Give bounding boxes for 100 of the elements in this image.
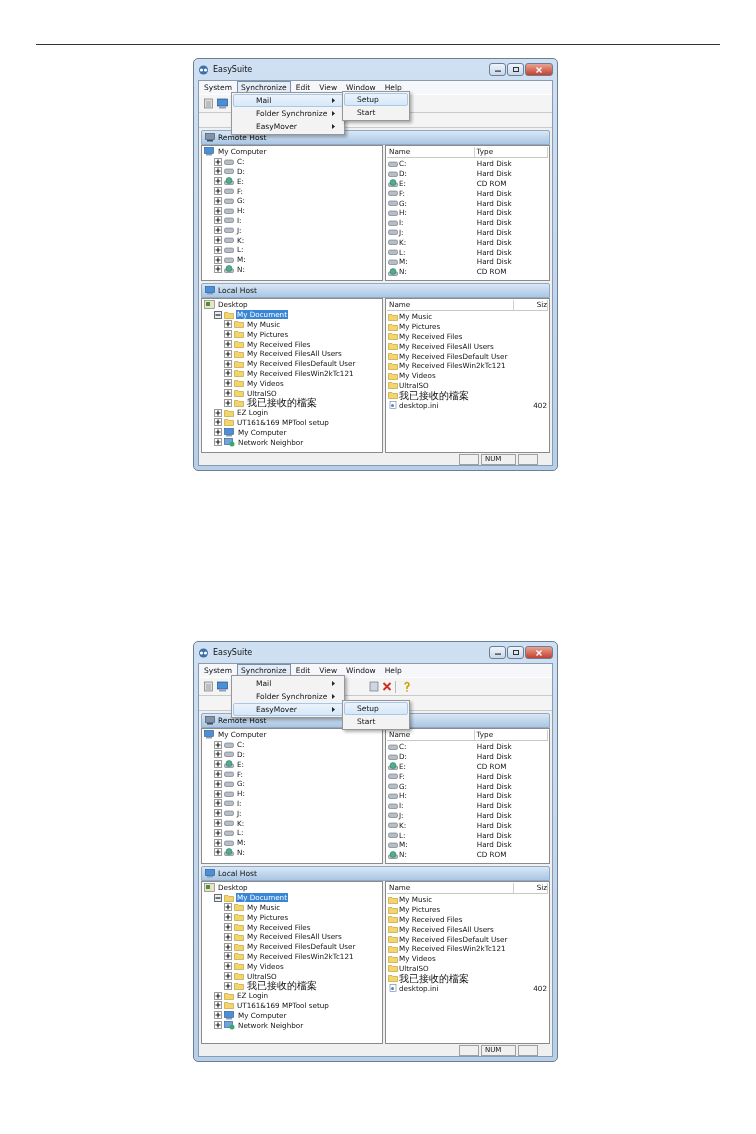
status-panel (518, 453, 538, 465)
document-icon (203, 98, 214, 109)
expand-toggle[interactable] (224, 972, 232, 981)
maximize-button[interactable] (507, 63, 524, 76)
expand-toggle[interactable] (224, 330, 232, 339)
disc-drive-icon (388, 179, 398, 188)
app-icon (198, 64, 209, 75)
expand-toggle[interactable] (214, 819, 222, 828)
window-title: EasySuite (213, 65, 253, 74)
expand-toggle[interactable] (214, 255, 222, 264)
computer-icon (217, 98, 228, 109)
expand-toggle[interactable] (224, 952, 232, 961)
expand-toggle[interactable] (224, 389, 232, 398)
submenu-arrow-icon (332, 124, 336, 129)
expand-toggle[interactable] (214, 187, 222, 196)
expand-toggle[interactable] (214, 196, 222, 205)
disc-drive-icon (224, 760, 234, 769)
host-icon (205, 286, 215, 295)
expand-toggle[interactable] (214, 177, 222, 186)
close-button[interactable] (525, 63, 553, 76)
expand-toggle[interactable] (214, 428, 222, 437)
expand-toggle[interactable] (224, 913, 232, 922)
submenu-arrow-icon (332, 681, 336, 686)
host-icon (205, 716, 215, 725)
expand-toggle[interactable] (214, 438, 222, 447)
expand-toggle[interactable] (214, 157, 222, 166)
expand-toggle[interactable] (224, 398, 232, 407)
disc-drive-icon (224, 848, 234, 857)
expand-toggle[interactable] (214, 408, 222, 417)
expand-toggle[interactable] (214, 770, 222, 779)
status-panel (459, 1044, 479, 1056)
network-icon (224, 1020, 235, 1030)
expand-toggle[interactable] (214, 245, 222, 254)
expand-toggle[interactable] (214, 418, 222, 427)
expand-toggle[interactable] (214, 265, 222, 274)
expand-toggle[interactable] (214, 838, 222, 847)
disc-drive-icon (388, 762, 398, 771)
minimize-button[interactable] (489, 63, 506, 76)
expand-toggle[interactable] (214, 799, 222, 808)
disc-drive-icon (224, 265, 234, 274)
maximize-icon (512, 67, 519, 72)
expand-toggle[interactable] (214, 236, 222, 245)
maximize-icon (512, 650, 519, 655)
close-button[interactable] (525, 646, 553, 659)
collapse-toggle[interactable] (214, 893, 222, 902)
expand-toggle[interactable] (224, 923, 232, 932)
disc-drive-icon (388, 850, 398, 859)
expand-toggle[interactable] (224, 369, 232, 378)
expand-toggle[interactable] (214, 1021, 222, 1030)
submenu-arrow-icon (332, 98, 336, 103)
save-icon (369, 681, 379, 692)
expand-toggle[interactable] (214, 828, 222, 837)
disc-drive-icon (224, 177, 234, 186)
expand-toggle[interactable] (214, 1001, 222, 1010)
disc-drive-icon (388, 267, 398, 276)
expand-toggle[interactable] (214, 750, 222, 759)
expand-toggle[interactable] (224, 359, 232, 368)
tree-item[interactable]: 我已接收的檔案 (246, 981, 318, 991)
submenu-arrow-icon (332, 694, 336, 699)
tree-item[interactable]: 我已接收的檔案 (246, 398, 318, 408)
expand-toggle[interactable] (224, 349, 232, 358)
expand-toggle[interactable] (224, 340, 232, 349)
expand-toggle[interactable] (214, 779, 222, 788)
expand-toggle[interactable] (214, 991, 222, 1000)
expand-toggle[interactable] (214, 760, 222, 769)
expand-toggle[interactable] (214, 167, 222, 176)
status-panel (518, 1044, 538, 1056)
expand-toggle[interactable] (214, 809, 222, 818)
expand-toggle[interactable] (224, 942, 232, 951)
maximize-button[interactable] (507, 646, 524, 659)
expand-toggle[interactable] (214, 740, 222, 749)
expand-toggle[interactable] (214, 1011, 222, 1020)
window-title: EasySuite (213, 648, 253, 657)
expand-toggle[interactable] (214, 206, 222, 215)
expand-toggle[interactable] (224, 962, 232, 971)
computer-icon (217, 681, 228, 692)
close-icon (536, 649, 542, 656)
collapse-toggle[interactable] (214, 310, 222, 319)
file-icon (388, 401, 398, 410)
status-panel (459, 453, 479, 465)
file-icon (388, 984, 398, 993)
expand-toggle[interactable] (224, 981, 232, 990)
computer-icon (224, 427, 235, 437)
computer-icon (204, 147, 215, 157)
desktop-icon (204, 300, 215, 310)
expand-toggle[interactable] (214, 789, 222, 798)
host-icon (205, 869, 215, 878)
submenu-arrow-icon (332, 707, 336, 712)
expand-toggle[interactable] (224, 903, 232, 912)
expand-toggle[interactable] (214, 848, 222, 857)
host-icon (205, 133, 215, 142)
minimize-button[interactable] (489, 646, 506, 659)
expand-toggle[interactable] (214, 216, 222, 225)
computer-icon (224, 1010, 235, 1020)
expand-toggle[interactable] (224, 932, 232, 941)
expand-toggle[interactable] (214, 226, 222, 235)
expand-toggle[interactable] (224, 320, 232, 329)
expand-toggle[interactable] (224, 379, 232, 388)
app-icon (198, 647, 209, 658)
help-icon (403, 681, 411, 692)
